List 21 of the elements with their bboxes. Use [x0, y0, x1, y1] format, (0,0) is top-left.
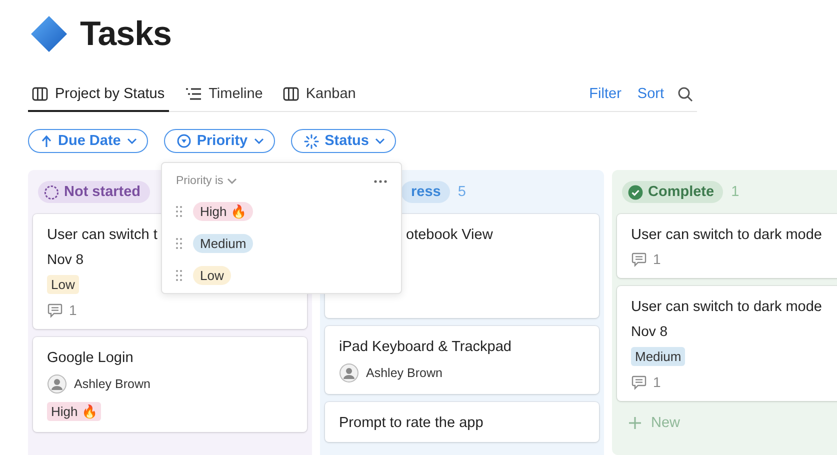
comment-count: 1: [653, 374, 661, 390]
card-title: User can switch to dark mode: [631, 227, 822, 243]
priority-tag: Medium: [631, 347, 686, 366]
card-title: User can switch t: [47, 227, 158, 243]
assignee-name: Ashley Brown: [366, 366, 442, 380]
priority-tag: High 🔥: [47, 402, 102, 421]
card-title: Prompt to rate the app: [339, 415, 484, 431]
page-title: Tasks: [80, 14, 172, 54]
card-title: User can switch to dark mode: [631, 299, 822, 315]
card-title: Google Login: [47, 350, 134, 366]
filter-heading: Priority is: [176, 175, 224, 187]
card-title: otebook View: [406, 227, 493, 243]
comment-count: 1: [653, 251, 661, 267]
card-count: 5: [458, 184, 466, 200]
comment-count: 1: [69, 302, 77, 318]
due-date: Nov 8: [47, 251, 84, 267]
card-title: iPad Keyboard & Trackpad: [339, 339, 512, 355]
priority-tag: Low: [47, 275, 79, 294]
assignee-name: Ashley Brown: [74, 377, 150, 391]
due-date: Nov 8: [631, 323, 668, 339]
card-count: 1: [731, 184, 740, 200]
